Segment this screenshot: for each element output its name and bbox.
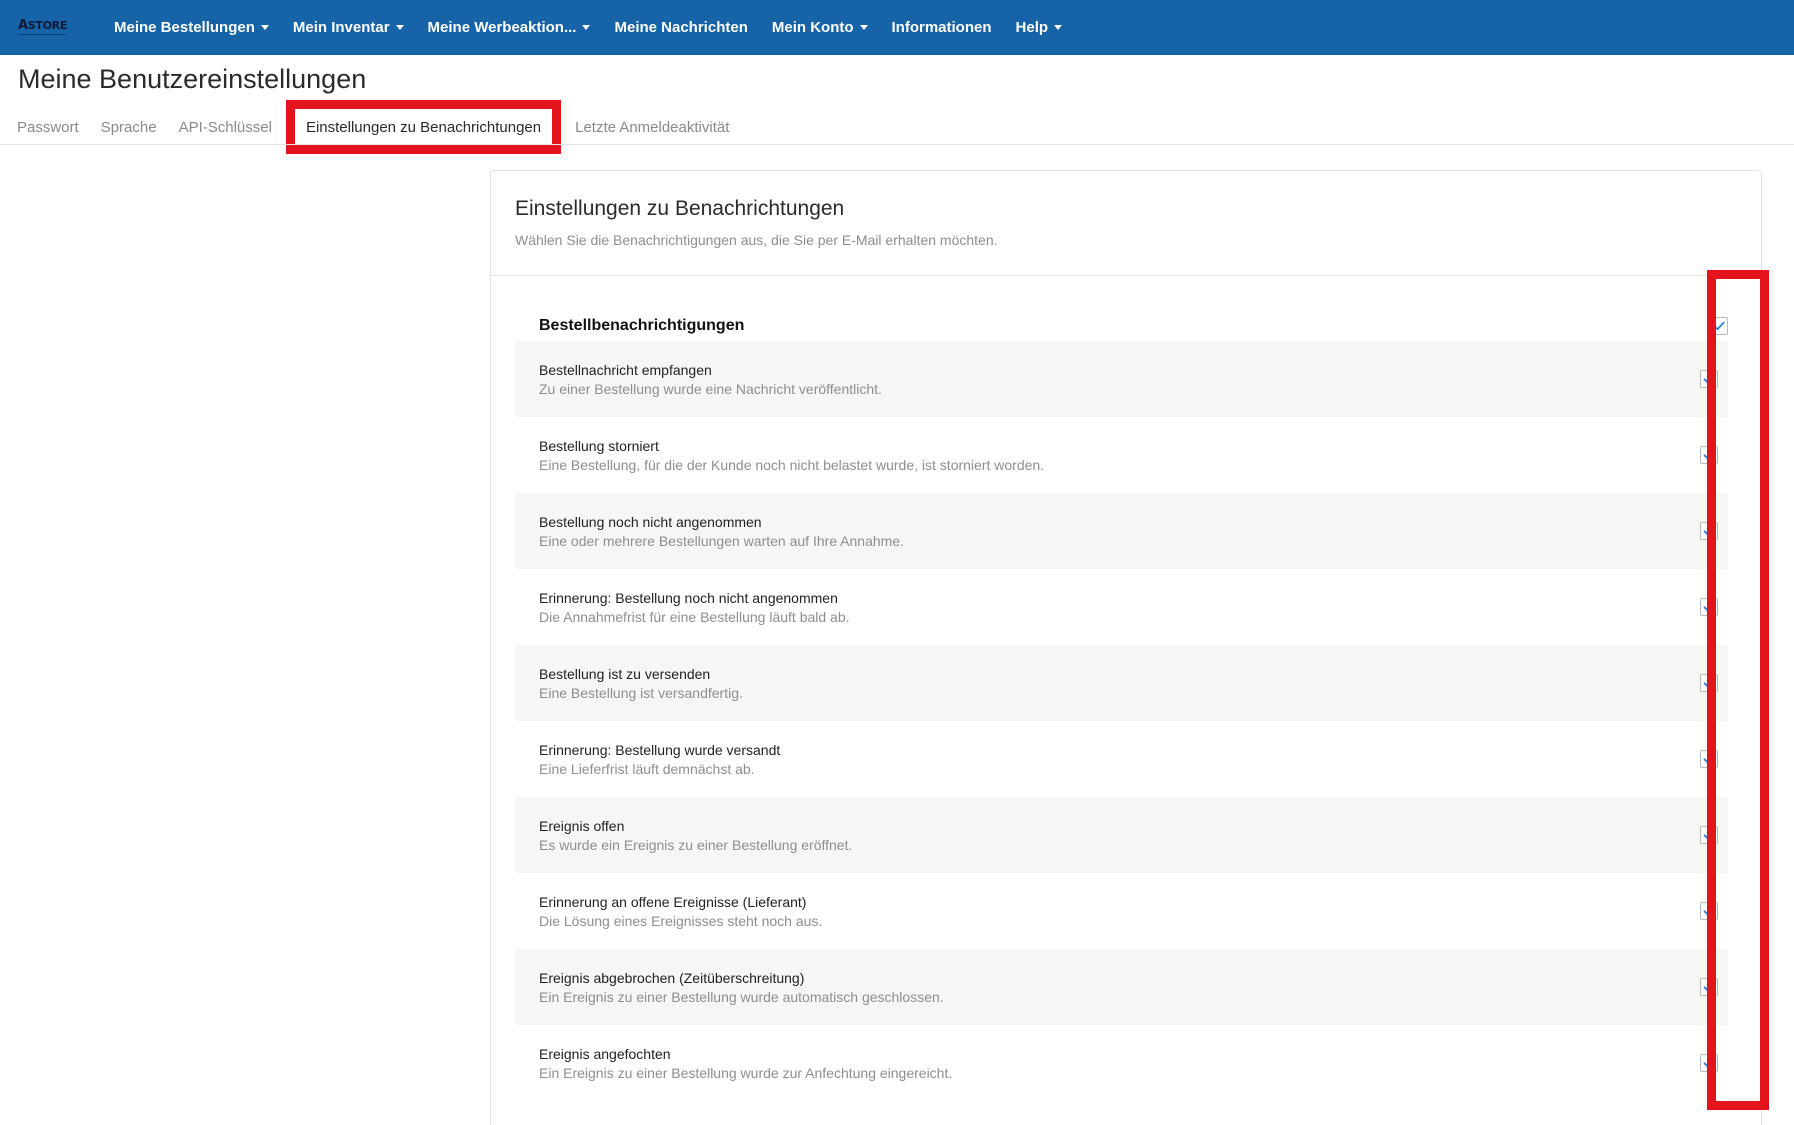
- notification-settings-card: Einstellungen zu Benachrichtungen Wählen…: [490, 170, 1762, 1125]
- checkmark-icon: [1703, 678, 1715, 688]
- checkmark-icon: [1703, 374, 1715, 384]
- notification-title: Bestellung ist zu versenden: [539, 665, 711, 682]
- notification-checkbox[interactable]: [1700, 598, 1718, 616]
- notification-checkbox[interactable]: [1700, 446, 1718, 464]
- nav-item-meine-bestellungen[interactable]: Meine Bestellungen: [102, 0, 281, 55]
- checkmark-icon: [1703, 906, 1715, 916]
- nav-item-informationen[interactable]: Informationen: [880, 0, 1004, 55]
- card-header: Einstellungen zu Benachrichtungen Wählen…: [491, 171, 1761, 276]
- nav-item-label: Mein Konto: [771, 19, 854, 36]
- notification-row: Bestellung storniert Eine Bestellung, für…: [515, 417, 1728, 493]
- notification-checkbox[interactable]: [1700, 902, 1718, 920]
- notification-checkbox[interactable]: [1700, 1054, 1718, 1072]
- page-title: Meine Benutzereinstellungen: [18, 64, 367, 94]
- nav-item-meine-werbeaktion[interactable]: Meine Werbeaktion...: [416, 0, 603, 55]
- caret-down-icon: [395, 25, 404, 30]
- checkmark-icon: [1703, 602, 1715, 612]
- checkmark-icon: [1703, 982, 1715, 992]
- logo-text: ASTORE: [18, 18, 68, 33]
- settings-tabs: Passwort Sprache API-Schlüssel Einstellunge…: [0, 100, 740, 154]
- section-title: Bestellbenachrichtigungen: [539, 317, 745, 334]
- top-navigation-bar: ASTORE Meine Bestellungen Mein Inventar Me…: [0, 0, 1794, 55]
- notification-title: Bestellnachricht empfangen: [539, 361, 712, 378]
- notification-description: Die Lösung eines Ereignisses steht noch …: [539, 912, 823, 929]
- store-logo[interactable]: ASTORE: [18, 11, 82, 45]
- notification-checkbox[interactable]: [1700, 826, 1718, 844]
- notification-description: Ein Ereignis zu einer Bestellung wurde a…: [539, 988, 944, 1005]
- nav-item-mein-inventar[interactable]: Mein Inventar: [281, 0, 416, 55]
- notification-title: Erinnerung an offene Ereignisse (Liefera…: [539, 893, 807, 910]
- notification-description: Ein Ereignis zu einer Bestellung wurde z…: [539, 1064, 953, 1081]
- notification-row: Bestellnachricht empfangen Zu einer Beste…: [515, 341, 1728, 417]
- notification-title: Bestellung storniert: [539, 437, 659, 454]
- notification-description: Eine Bestellung ist versandfertig.: [539, 684, 743, 701]
- tabs-divider: [0, 144, 1794, 145]
- notification-description: Eine Bestellung, für die der Kunde noch …: [539, 456, 1045, 473]
- nav-item-label: Meine Bestellungen: [114, 19, 255, 36]
- checkmark-icon: [1703, 526, 1715, 536]
- checkmark-icon: [1703, 450, 1715, 460]
- notification-title: Ereignis offen: [539, 817, 625, 834]
- caret-down-icon: [260, 25, 269, 30]
- notification-row: Ereignis angefochten Ein Ereignis zu eine…: [515, 1025, 1728, 1101]
- caret-down-icon: [1054, 25, 1063, 30]
- notification-title: Ereignis abgebrochen (Zeitüberschreitung…: [539, 969, 805, 986]
- section-checkbox[interactable]: [1710, 317, 1728, 335]
- nav-item-mein-konto[interactable]: Mein Konto: [760, 0, 880, 55]
- notification-row: Erinnerung an offene Ereignisse (Liefera…: [515, 873, 1728, 949]
- notification-checkbox[interactable]: [1700, 674, 1718, 692]
- notification-description: Eine oder mehrere Bestellungen warten au…: [539, 532, 905, 549]
- notification-checkbox[interactable]: [1700, 522, 1718, 540]
- nav-item-meine-nachrichten[interactable]: Meine Nachrichten: [602, 0, 759, 55]
- caret-down-icon: [582, 25, 591, 30]
- notification-description: Es wurde ein Ereignis zu einer Bestellun…: [539, 836, 853, 853]
- tab-sprache[interactable]: Sprache: [90, 108, 168, 146]
- notification-title: Bestellung noch nicht angenommen: [539, 513, 762, 530]
- checkmark-icon: [1703, 830, 1715, 840]
- notification-description: Eine Lieferfrist läuft demnächst ab.: [539, 760, 755, 777]
- notification-row: Bestellung noch nicht angenommen Eine ode…: [515, 493, 1728, 569]
- tab-einstellungen-zu-benachrichtungen[interactable]: Einstellungen zu Benachrichtungen: [285, 100, 562, 154]
- notification-title: Ereignis angefochten: [539, 1045, 671, 1062]
- notification-description: Die Annahmefrist für eine Bestellung läu…: [539, 608, 850, 625]
- nav-item-label: Meine Werbeaktion...: [427, 19, 577, 36]
- notification-row: Erinnerung: Bestellung noch nicht angeno…: [515, 569, 1728, 645]
- notification-row: Ereignis abgebrochen (Zeitüberschreitung…: [515, 949, 1728, 1025]
- notification-checkbox[interactable]: [1700, 750, 1718, 768]
- tab-letzte-anmeldeaktivitat[interactable]: Letzte Anmeldeaktivität: [564, 108, 740, 146]
- nav-item-label: Meine Nachrichten: [614, 19, 748, 36]
- checkmark-icon: [1703, 1058, 1715, 1068]
- checkmark-icon: [1713, 321, 1725, 331]
- checkmark-icon: [1703, 754, 1715, 764]
- notification-description: Zu einer Bestellung wurde eine Nachricht…: [539, 380, 882, 397]
- card-title: Einstellungen zu Benachrichtungen: [515, 197, 845, 220]
- tab-passwort[interactable]: Passwort: [6, 108, 90, 146]
- logo-underline: [18, 34, 66, 35]
- notification-row: Erinnerung: Bestellung wurde versandt Ein…: [515, 721, 1728, 797]
- nav-item-label: Help: [1015, 19, 1049, 36]
- tab-api-schlussel[interactable]: API-Schlüssel: [168, 108, 283, 146]
- caret-down-icon: [859, 25, 868, 30]
- nav-item-label: Informationen: [891, 19, 992, 36]
- nav-menu: Meine Bestellungen Mein Inventar Meine Wer…: [102, 0, 1074, 55]
- card-subtitle: Wählen Sie die Benachrichtigungen aus, d…: [515, 232, 998, 248]
- notification-checkbox[interactable]: [1700, 978, 1718, 996]
- notification-title: Erinnerung: Bestellung noch nicht angeno…: [539, 589, 838, 606]
- notification-row: Bestellung ist zu versenden Eine Bestellu…: [515, 645, 1728, 721]
- nav-item-help[interactable]: Help: [1004, 0, 1075, 55]
- notification-checkbox[interactable]: [1700, 370, 1718, 388]
- notification-title: Erinnerung: Bestellung wurde versandt: [539, 741, 781, 758]
- nav-item-label: Mein Inventar: [292, 19, 390, 36]
- notification-list: Bestellnachricht empfangen Zu einer Beste…: [515, 341, 1728, 1101]
- notification-row: Ereignis offen Es wurde ein Ereignis zu e…: [515, 797, 1728, 873]
